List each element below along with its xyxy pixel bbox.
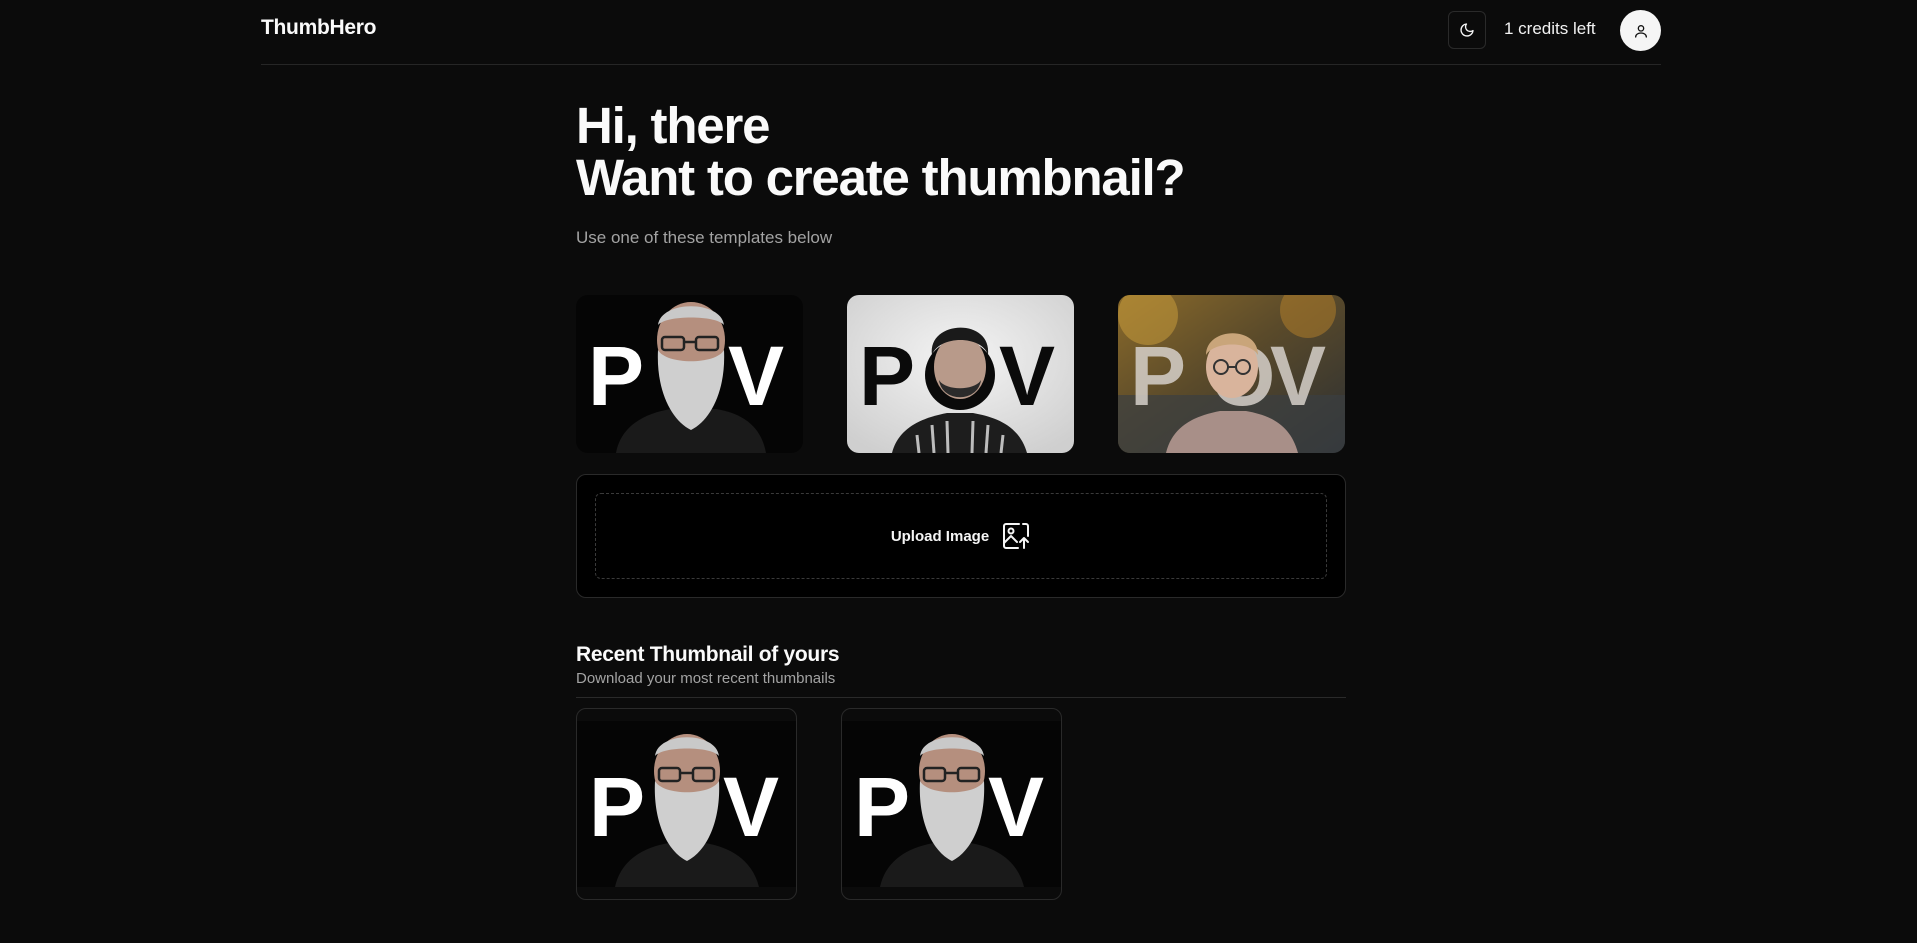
recent-thumbnails-section: Recent Thumbnail of yours Download your …	[576, 643, 1346, 900]
template-card-curly[interactable]: P V	[847, 295, 1074, 453]
template-pov-text: V	[728, 329, 784, 423]
hero-question: Want to create thumbnail?	[576, 149, 1186, 206]
top-navbar: ThumbHero 1 credits left	[261, 0, 1661, 65]
credits-counter: 1 credits left	[1504, 19, 1596, 38]
template-card-outdoor[interactable]: P O V	[1118, 295, 1345, 453]
page-title: Hi, there Want to create thumbnail?	[576, 100, 1346, 204]
user-avatar-button[interactable]	[1620, 10, 1661, 51]
theme-toggle-button[interactable]	[1448, 11, 1486, 49]
brand-logo[interactable]: ThumbHero	[261, 16, 376, 40]
template-card-bearded[interactable]: P V	[576, 295, 803, 453]
upload-image-button[interactable]: Upload Image	[595, 493, 1327, 579]
upload-label: Upload Image	[890, 527, 990, 545]
template-pov-text: P	[859, 329, 915, 423]
hero-greeting: Hi, there	[576, 97, 770, 154]
moon-icon	[1460, 23, 1474, 37]
template-pov-text: V	[999, 329, 1055, 423]
recent-pov-text: V	[723, 760, 779, 854]
divider	[576, 697, 1346, 698]
recent-pov-text: V	[988, 760, 1044, 854]
template-gallery: P V P V P V	[576, 295, 1346, 453]
template-pov-text: V	[1270, 329, 1326, 423]
hero-subtitle: Use one of these templates below	[576, 228, 833, 247]
recent-subtitle: Download your most recent thumbnails	[576, 670, 836, 687]
main-content: Hi, there Want to create thumbnail? Use …	[576, 100, 1346, 900]
image-upload-icon	[1003, 523, 1030, 549]
template-pov-text: P	[588, 329, 644, 423]
template-pov-text: P	[1130, 329, 1186, 423]
recent-thumbnail-card[interactable]: P V	[841, 708, 1062, 900]
recent-pov-text: P	[854, 760, 910, 854]
recent-title: Recent Thumbnail of yours	[576, 643, 840, 666]
recent-thumbnail-card[interactable]: P V	[576, 708, 797, 900]
recent-pov-text: P	[589, 760, 645, 854]
user-icon	[1634, 24, 1647, 38]
upload-dropzone[interactable]: Upload Image	[576, 474, 1346, 598]
recent-thumbnail-grid: P V P V	[576, 708, 1346, 900]
